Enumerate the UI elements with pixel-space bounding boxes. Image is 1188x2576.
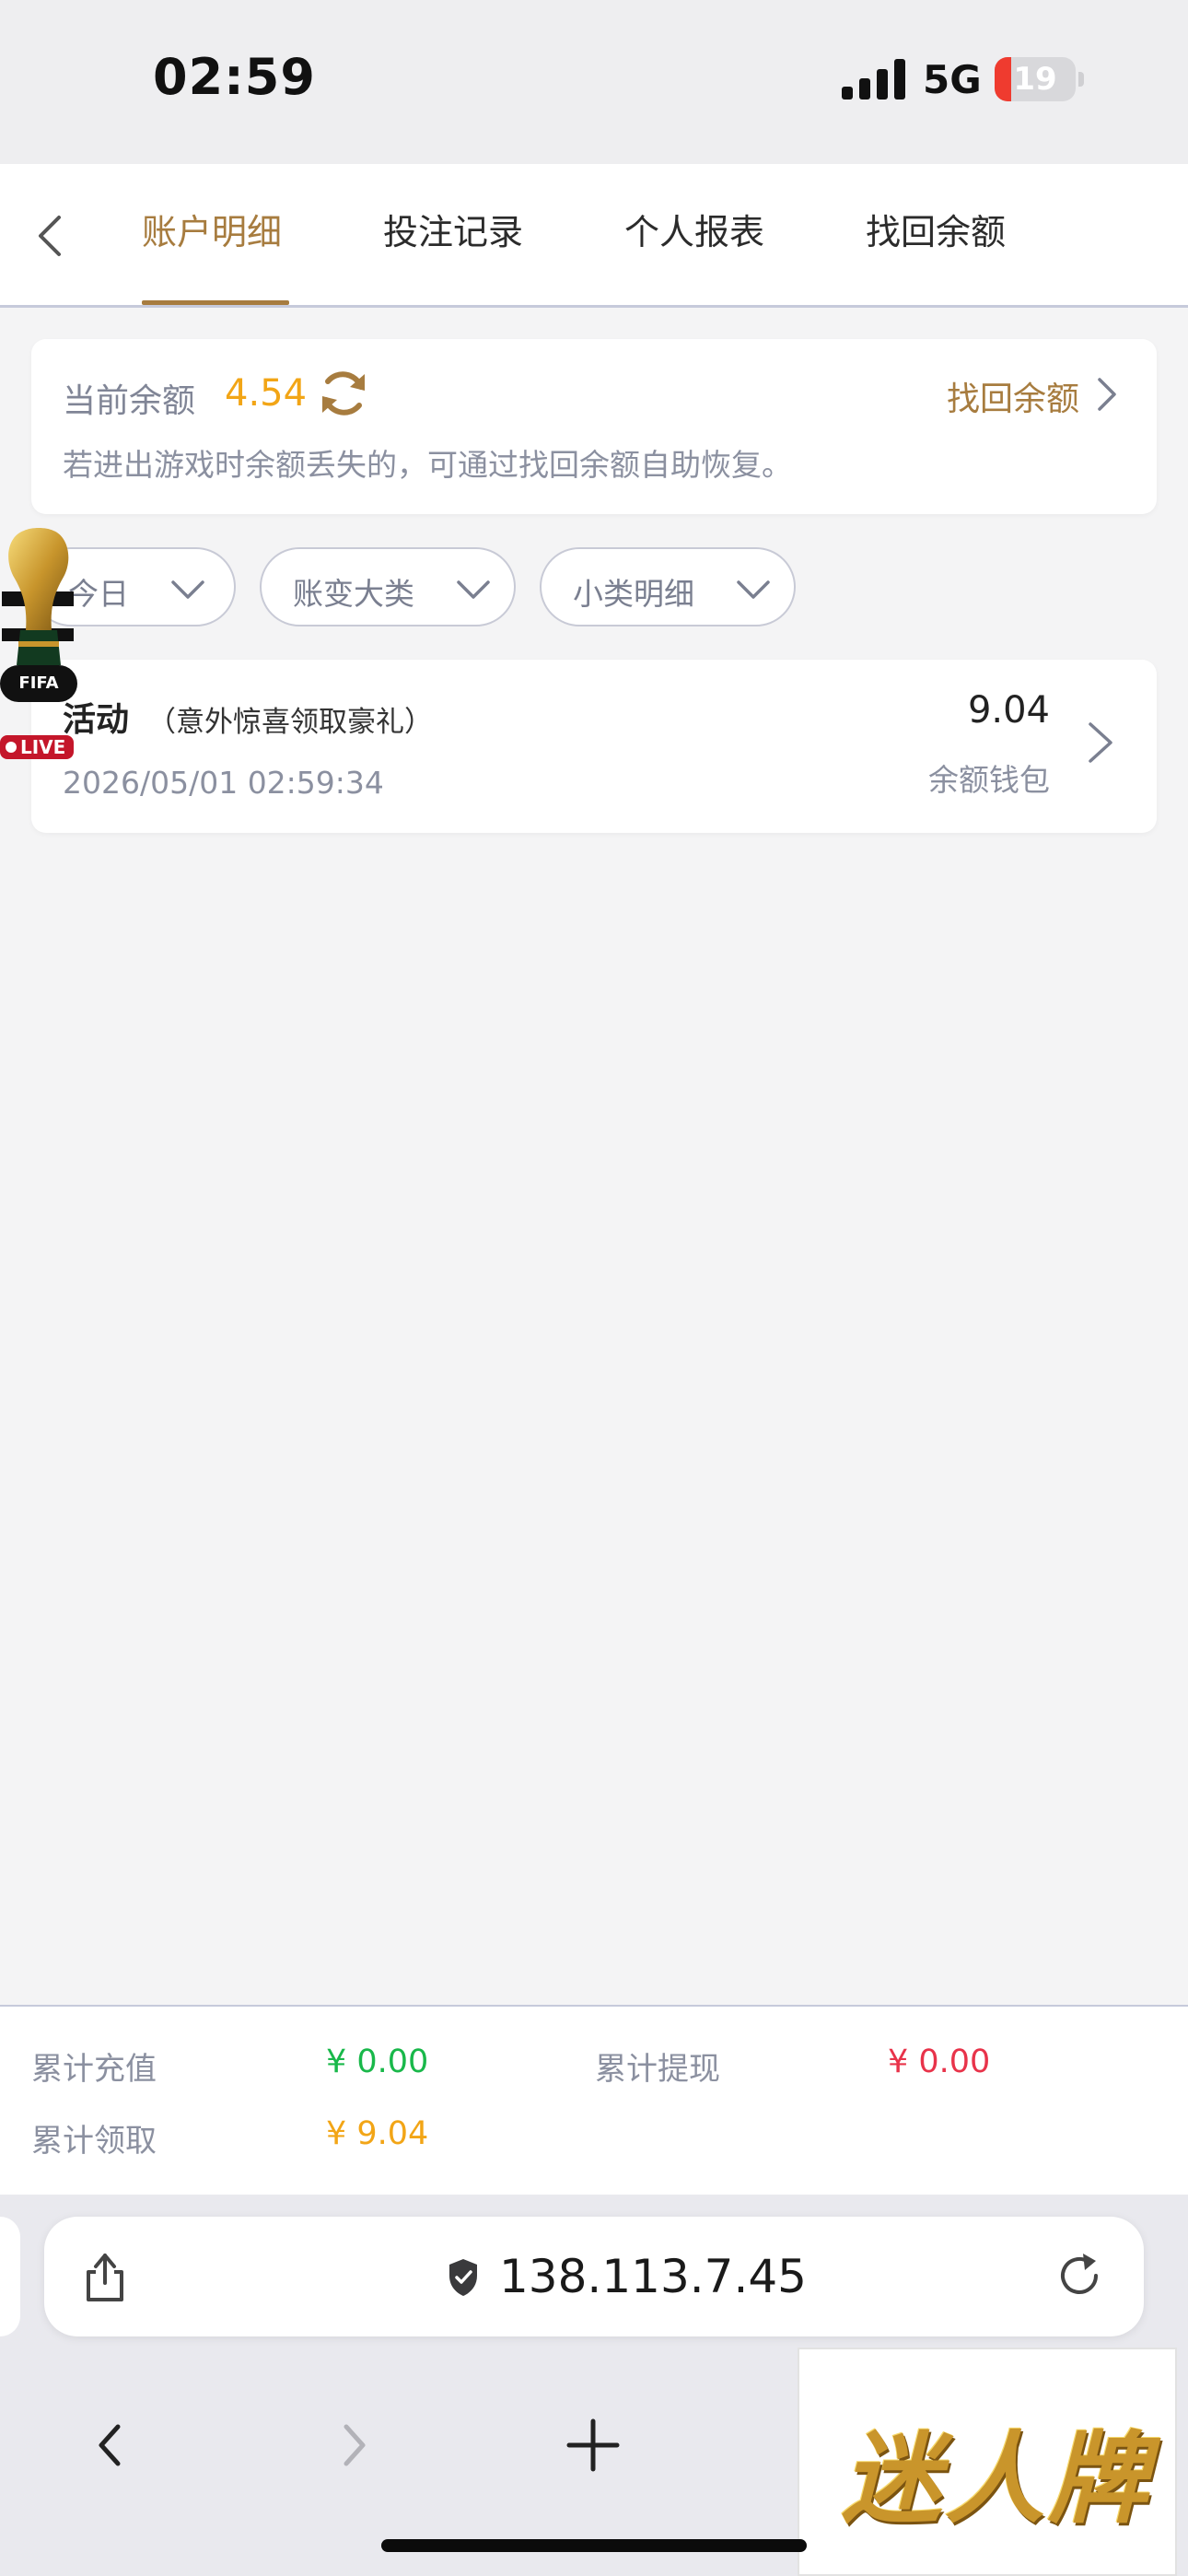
balance-value: 4.54 <box>225 372 308 415</box>
balance-hint: 若进出游戏时余额丢失的，可通过找回余额自助恢复。 <box>63 447 792 483</box>
transaction-amount: 9.04 <box>967 689 1050 732</box>
tab-account-details[interactable]: 账户明细 <box>142 205 282 260</box>
claimed-total-label: 累计领取 <box>31 2123 157 2160</box>
battery-level: 19 <box>1013 61 1057 98</box>
withdraw-total-label: 累计提现 <box>595 2051 720 2088</box>
promo-logo-overlay[interactable]: 迷人牌 <box>798 2348 1177 2576</box>
balance-card: 当前余额 4.54 找回余额 若进出游戏时余额丢失的，可通过找回余额自助恢复。 <box>31 339 1157 514</box>
fifa-live-badge[interactable]: FIFA LIVE <box>0 527 77 761</box>
browser-back-icon[interactable] <box>74 2408 147 2482</box>
recover-balance-link[interactable]: 找回余额 <box>880 339 1157 431</box>
claimed-total-value: ¥ 9.04 <box>326 2115 429 2152</box>
signal-icon <box>842 59 905 100</box>
network-type: 5G <box>923 57 982 102</box>
battery-icon: 19 <box>995 57 1084 101</box>
share-icon[interactable] <box>81 2250 129 2303</box>
filter-subcategory-label: 小类明细 <box>573 576 694 612</box>
previous-tab-edge[interactable] <box>0 2217 20 2336</box>
tab-recover-balance[interactable]: 找回余额 <box>866 205 1006 260</box>
live-badge: LIVE <box>0 735 74 759</box>
chevron-down-icon <box>457 580 490 599</box>
status-time: 02:59 <box>153 48 316 106</box>
filter-subcategory-dropdown[interactable]: 小类明细 <box>540 547 796 626</box>
browser-forward-icon[interactable] <box>317 2408 390 2482</box>
status-bar: 02:59 5G 19 <box>0 0 1188 164</box>
top-nav: 账户明细 投注记录 个人报表 找回余额 <box>0 164 1188 308</box>
chevron-right-icon <box>1098 378 1116 411</box>
chevron-down-icon <box>737 580 770 599</box>
home-indicator <box>381 2539 807 2552</box>
address-bar[interactable]: 138.113.7.45 <box>44 2217 1144 2336</box>
deposit-total-label: 累计充值 <box>31 2051 157 2088</box>
transaction-datetime: 2026/05/01 02:59:34 <box>63 765 384 801</box>
balance-label: 当前余额 <box>63 382 196 420</box>
filter-category-dropdown[interactable]: 账变大类 <box>260 547 516 626</box>
withdraw-total-value: ¥ 0.00 <box>888 2043 991 2080</box>
filter-category-label: 账变大类 <box>293 576 414 612</box>
new-tab-plus-icon[interactable] <box>556 2408 630 2482</box>
deposit-total-value: ¥ 0.00 <box>326 2043 429 2080</box>
fifa-label: FIFA <box>18 673 59 693</box>
refresh-icon[interactable] <box>317 367 370 420</box>
tab-bet-records[interactable]: 投注记录 <box>383 205 523 260</box>
chevron-right-icon <box>1089 722 1112 763</box>
back-chevron-icon[interactable] <box>28 212 76 260</box>
active-tab-indicator <box>142 300 289 305</box>
tab-personal-report[interactable]: 个人报表 <box>624 205 764 260</box>
summary-panel: 累计充值 ¥ 0.00 累计提现 ¥ 0.00 累计领取 ¥ 9.04 <box>0 2005 1188 2195</box>
shield-icon <box>449 2259 477 2296</box>
live-dot-icon <box>6 742 17 753</box>
recover-balance-label: 找回余额 <box>946 381 1079 418</box>
promo-logo-text: 迷人牌 <box>842 2421 1152 2537</box>
transaction-row[interactable]: 活动 （意外惊喜领取豪礼） 2026/05/01 02:59:34 9.04 余… <box>31 660 1157 833</box>
transaction-subtitle: （意外惊喜领取豪礼） <box>147 706 433 739</box>
chevron-down-icon <box>171 580 204 599</box>
transaction-wallet: 余额钱包 <box>928 762 1050 798</box>
url-text: 138.113.7.45 <box>499 2250 807 2303</box>
live-label: LIVE <box>20 736 66 758</box>
reload-icon[interactable] <box>1055 2252 1103 2300</box>
